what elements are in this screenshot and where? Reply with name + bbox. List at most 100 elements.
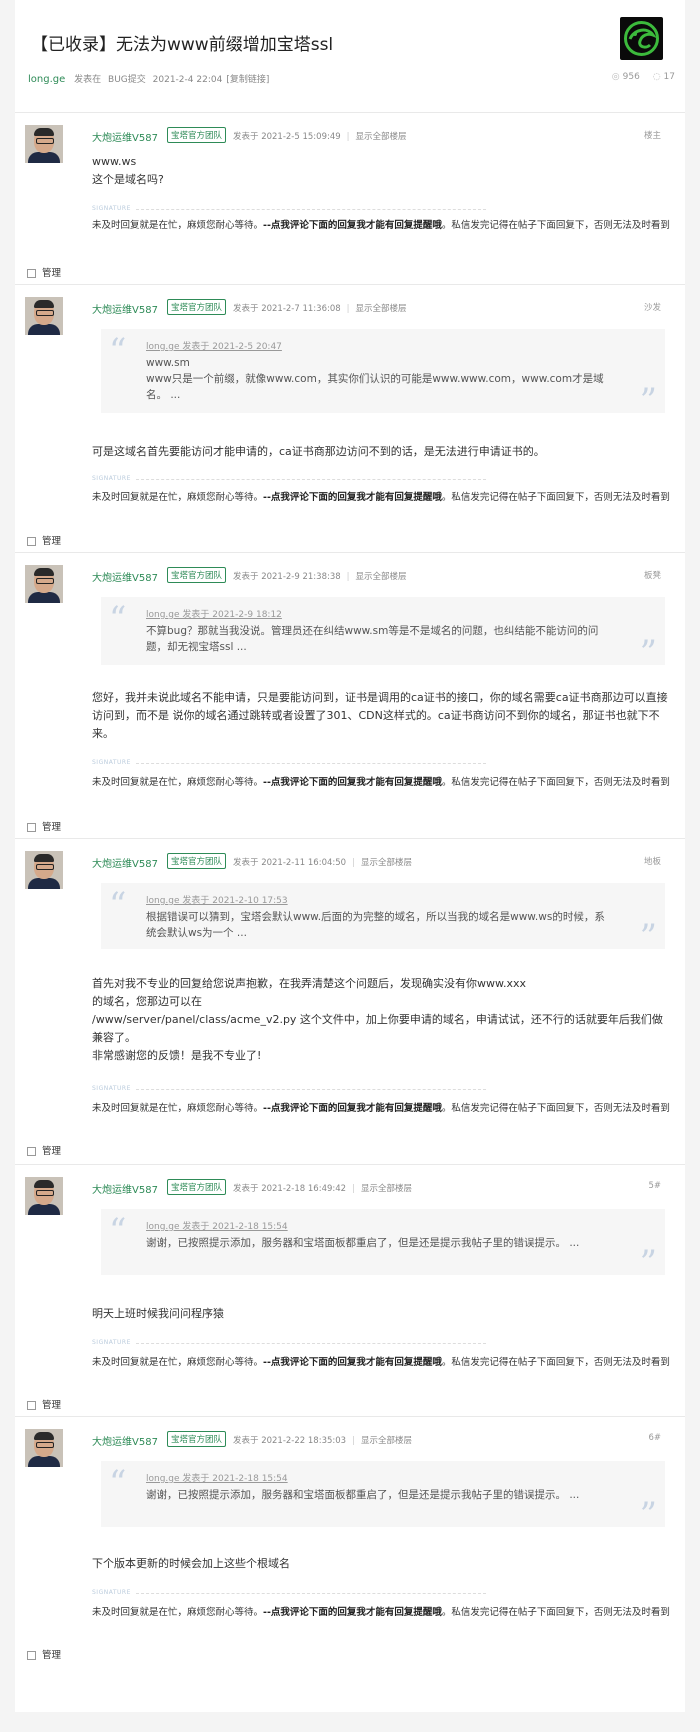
- quote-open-icon: “: [109, 331, 127, 371]
- floor-label[interactable]: 板凳: [644, 569, 661, 581]
- thread-datetime: 2021-2-4 22:04: [152, 75, 223, 85]
- show-all-floors-link[interactable]: 显示全部楼层: [361, 1436, 412, 1446]
- post-content: 明天上班时候我问问程序猿: [92, 1307, 224, 1320]
- quote-open-icon: “: [109, 1463, 127, 1503]
- signature-text: 未及时回复就是在忙，麻烦您耐心等待。--点我评论下面的回复我才能有回复提醒哦。私…: [92, 220, 670, 231]
- signature-link[interactable]: --点我评论下面的回复我才能有回复提醒哦: [263, 492, 442, 503]
- avatar[interactable]: [25, 565, 63, 603]
- eye-icon: ◎: [611, 72, 620, 82]
- signature-link[interactable]: --点我评论下面的回复我才能有回复提醒哦: [263, 1607, 442, 1618]
- post-5: 大炮运维V587 宝塔官方团队 发表于 2021-2-22 18:35:03 | 显…: [15, 1416, 685, 1669]
- post-time: 发表于 2021-2-18 16:49:42 | 显示全部楼层: [233, 1184, 412, 1194]
- quote-close-icon: ”: [639, 381, 657, 421]
- reply-count: 17: [663, 72, 675, 82]
- signature-text: 未及时回复就是在忙，麻烦您耐心等待。--点我评论下面的回复我才能有回复提醒哦。私…: [92, 492, 670, 503]
- view-count: 956: [622, 72, 640, 82]
- signature-text: 未及时回复就是在忙，麻烦您耐心等待。--点我评论下面的回复我才能有回复提醒哦。私…: [92, 1607, 670, 1618]
- team-badge: 宝塔官方团队: [167, 567, 227, 583]
- post-time: 发表于 2021-2-9 21:38:38 | 显示全部楼层: [233, 572, 407, 582]
- quote-text: 不算bug？那就当我没说。管理员还在纠结www.sm等是不是域名的问题，也纠结能…: [146, 625, 599, 653]
- quote-source-link[interactable]: long.ge 发表于 2021-2-5 20:47: [146, 339, 282, 352]
- quote-source-link[interactable]: long.ge 发表于 2021-2-10 17:53: [146, 893, 288, 906]
- team-badge: 宝塔官方团队: [167, 299, 227, 315]
- forum-logo[interactable]: [620, 17, 663, 60]
- avatar[interactable]: [25, 125, 63, 163]
- team-badge: 宝塔官方团队: [167, 127, 227, 143]
- thread-header: 【已收录】无法为www前缀增加宝塔ssl long.ge 发表在 BUG提交 2…: [15, 0, 685, 88]
- floor-label[interactable]: 楼主: [644, 129, 661, 141]
- post-content: www.ws 这个是域名吗?: [92, 153, 672, 189]
- signature-divider: SIGNATURE: [92, 1085, 486, 1095]
- post-2: 大炮运维V587 宝塔官方团队 发表于 2021-2-9 21:38:38 | 显示…: [15, 552, 685, 839]
- signature-link[interactable]: --点我评论下面的回复我才能有回复提醒哦: [263, 220, 442, 231]
- board-link[interactable]: BUG提交: [108, 75, 146, 85]
- quote-close-icon: ”: [639, 633, 657, 673]
- manage-checkbox[interactable]: 管理: [27, 533, 61, 547]
- signature-link[interactable]: --点我评论下面的回复我才能有回复提醒哦: [263, 1357, 442, 1368]
- quote-text: www.sm www只是一个前缀，就像www.com，其实你们认识的可能是www…: [146, 357, 604, 401]
- signature-divider: SIGNATURE: [92, 1589, 486, 1599]
- avatar[interactable]: [25, 1177, 63, 1215]
- post-author-link[interactable]: 大炮运维V587: [92, 1433, 158, 1448]
- thread-author-link[interactable]: long.ge: [28, 74, 65, 85]
- content-line: 的域名，您那边可以在: [92, 995, 202, 1008]
- quote-open-icon: “: [109, 1211, 127, 1251]
- thread-meta: long.ge 发表在 BUG提交 2021-2-4 22:04 [复制链接]: [28, 72, 273, 85]
- thread-page: 【已收录】无法为www前缀增加宝塔ssl long.ge 发表在 BUG提交 2…: [15, 0, 685, 1712]
- show-all-floors-link[interactable]: 显示全部楼层: [361, 1184, 412, 1194]
- post-content: 首先对我不专业的回复给您说声抱歉，在我弄清楚这个问题后，发现确实没有你www.x…: [92, 975, 672, 1065]
- quote-block: “ long.ge 发表于 2021-2-5 20:47 www.sm www只…: [101, 329, 665, 421]
- post-0: 大炮运维V587 宝塔官方团队 发表于 2021-2-5 15:09:49 | 显示…: [15, 112, 685, 285]
- thread-title: 【已收录】无法为www前缀增加宝塔ssl: [31, 35, 334, 55]
- quote-open-icon: “: [109, 599, 127, 639]
- floor-label[interactable]: 6#: [648, 1433, 661, 1443]
- show-all-floors-link[interactable]: 显示全部楼层: [356, 132, 407, 142]
- quote-text: 谢谢，已按照提示添加，服务器和宝塔面板都重启了，但是还是提示我帖子里的错误提示。…: [146, 1237, 580, 1249]
- quote-source-link[interactable]: long.ge 发表于 2021-2-18 15:54: [146, 1219, 288, 1232]
- signature-divider: SIGNATURE: [92, 1339, 486, 1349]
- post-author-link[interactable]: 大炮运维V587: [92, 855, 158, 870]
- avatar[interactable]: [25, 851, 63, 889]
- post-content: 下个版本更新的时候会加上这些个根域名: [92, 1557, 290, 1570]
- signature-link[interactable]: --点我评论下面的回复我才能有回复提醒哦: [263, 1103, 442, 1114]
- copy-link[interactable]: [复制链接]: [226, 75, 269, 85]
- post-content: 可是这域名首先要能访问才能申请的，ca证书商那边访问不到的话，是无法进行申请证书…: [92, 445, 545, 458]
- team-badge: 宝塔官方团队: [167, 1431, 227, 1447]
- quote-block: “ long.ge 发表于 2021-2-18 15:54 谢谢，已按照提示添加…: [101, 1209, 665, 1283]
- manage-checkbox[interactable]: 管理: [27, 1397, 61, 1411]
- manage-checkbox[interactable]: 管理: [27, 1143, 61, 1157]
- quote-source-link[interactable]: long.ge 发表于 2021-2-9 18:12: [146, 607, 282, 620]
- quote-source-link[interactable]: long.ge 发表于 2021-2-18 15:54: [146, 1471, 288, 1484]
- floor-label[interactable]: 沙发: [644, 301, 661, 313]
- floor-label[interactable]: 地板: [644, 855, 661, 867]
- content-line: 非常感谢您的反馈！是我不专业了!: [92, 1049, 262, 1062]
- post-author-link[interactable]: 大炮运维V587: [92, 301, 158, 316]
- signature-text: 未及时回复就是在忙，麻烦您耐心等待。--点我评论下面的回复我才能有回复提醒哦。私…: [92, 777, 670, 788]
- manage-checkbox[interactable]: 管理: [27, 265, 61, 279]
- quote-block: “ long.ge 发表于 2021-2-18 15:54 谢谢，已按照提示添加…: [101, 1461, 665, 1535]
- post-time: 发表于 2021-2-22 18:35:03 | 显示全部楼层: [233, 1436, 412, 1446]
- post-author-link[interactable]: 大炮运维V587: [92, 569, 158, 584]
- content-line: 这个是域名吗?: [92, 173, 164, 186]
- avatar[interactable]: [25, 1429, 63, 1467]
- quote-block: “ long.ge 发表于 2021-2-10 17:53 根据错误可以猜到，宝…: [101, 883, 665, 957]
- manage-checkbox[interactable]: 管理: [27, 819, 61, 833]
- avatar[interactable]: [25, 297, 63, 335]
- team-badge: 宝塔官方团队: [167, 1179, 227, 1195]
- signature-divider: SIGNATURE: [92, 759, 486, 769]
- signature-link[interactable]: --点我评论下面的回复我才能有回复提醒哦: [263, 777, 442, 788]
- content-line: www.ws: [92, 155, 137, 168]
- post-time: 发表于 2021-2-7 11:36:08 | 显示全部楼层: [233, 304, 407, 314]
- quote-close-icon: ”: [639, 917, 657, 957]
- show-all-floors-link[interactable]: 显示全部楼层: [361, 858, 412, 868]
- show-all-floors-link[interactable]: 显示全部楼层: [356, 304, 407, 314]
- comment-icon: ◌: [652, 72, 661, 82]
- quote-close-icon: ”: [639, 1495, 657, 1535]
- signature-text: 未及时回复就是在忙，麻烦您耐心等待。--点我评论下面的回复我才能有回复提醒哦。私…: [92, 1357, 670, 1368]
- post-author-link[interactable]: 大炮运维V587: [92, 1181, 158, 1196]
- signature-divider: SIGNATURE: [92, 205, 486, 215]
- post-author-link[interactable]: 大炮运维V587: [92, 129, 158, 144]
- show-all-floors-link[interactable]: 显示全部楼层: [356, 572, 407, 582]
- manage-checkbox[interactable]: 管理: [27, 1647, 61, 1661]
- floor-label[interactable]: 5#: [648, 1181, 661, 1191]
